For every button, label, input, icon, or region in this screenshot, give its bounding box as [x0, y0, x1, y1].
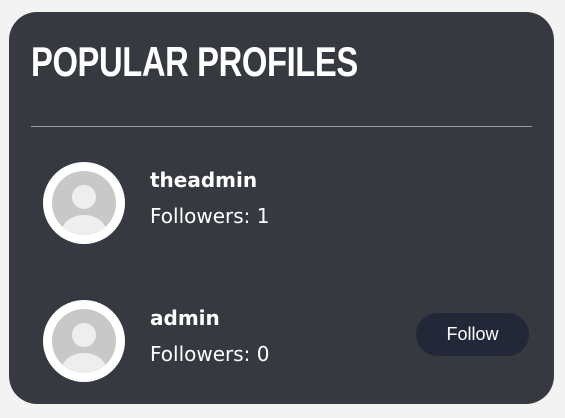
followers-count: Followers: 0 — [150, 342, 270, 366]
avatar[interactable] — [43, 300, 125, 382]
profile-item-admin: admin Followers: 0 Follow — [9, 300, 554, 390]
divider — [31, 126, 532, 127]
profile-username[interactable]: admin — [150, 306, 220, 330]
follow-button[interactable]: Follow — [416, 313, 529, 356]
default-user-avatar-icon — [52, 309, 116, 373]
followers-count: Followers: 1 — [150, 204, 270, 228]
profile-username[interactable]: theadmin — [150, 168, 257, 192]
default-user-avatar-icon — [52, 171, 116, 235]
card-title: POPULAR PROFILES — [31, 38, 358, 85]
popular-profiles-card: POPULAR PROFILES theadmin Followers: 1 a… — [9, 12, 554, 404]
profile-item-theadmin: theadmin Followers: 1 — [9, 162, 554, 252]
avatar[interactable] — [43, 162, 125, 244]
